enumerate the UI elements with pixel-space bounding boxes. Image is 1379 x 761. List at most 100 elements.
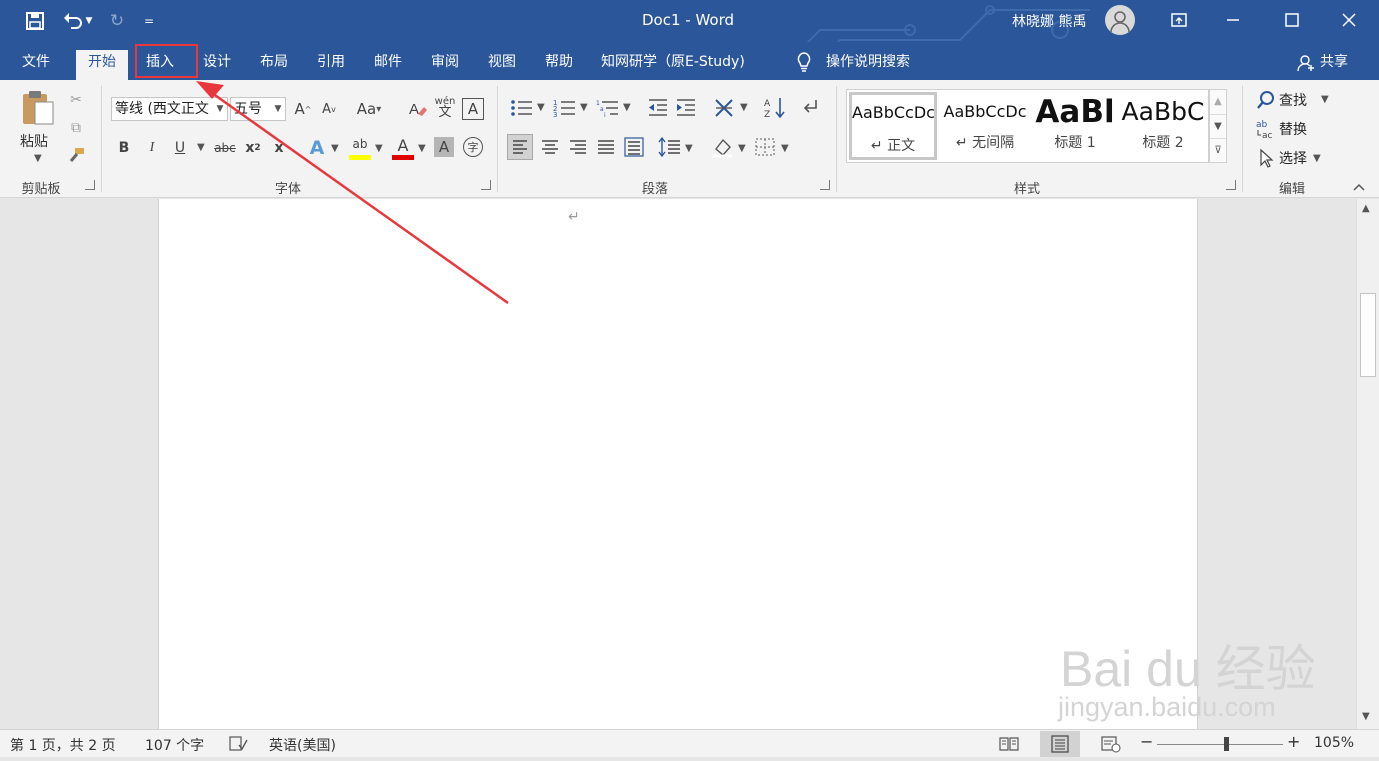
chinese-layout-dropdown-icon[interactable]: ▼ <box>740 102 748 113</box>
zoom-level[interactable]: 105% <box>1314 735 1354 751</box>
underline-button[interactable]: U <box>170 137 190 159</box>
language[interactable]: 英语(美国) <box>269 735 336 755</box>
align-left-button[interactable] <box>507 134 533 160</box>
replace-button[interactable]: 替换 <box>1279 119 1307 139</box>
grow-font-button[interactable]: A ^ <box>292 98 314 120</box>
phonetic-guide-button[interactable]: wén 文 <box>434 95 456 121</box>
avatar[interactable] <box>1105 5 1135 35</box>
expand-gallery-icon[interactable]: ⊽ <box>1210 138 1226 162</box>
zoom-slider-thumb[interactable] <box>1224 737 1230 751</box>
zoom-in-button[interactable]: + <box>1287 732 1300 751</box>
style-heading-2[interactable]: AaBbC 标题 2 <box>1118 92 1208 160</box>
search-icon[interactable] <box>1256 90 1276 110</box>
tab-mailings[interactable]: 邮件 <box>368 50 408 80</box>
style-no-spacing[interactable]: AaBbCcDc ↵ 无间隔 <box>940 92 1030 160</box>
clipboard-launcher-icon[interactable] <box>85 180 95 190</box>
document-page[interactable]: ↵ <box>158 199 1198 729</box>
ribbon-display-options-icon[interactable] <box>1166 7 1192 33</box>
italic-button[interactable]: I <box>142 137 162 159</box>
change-case-button[interactable]: Aa ▾ <box>352 98 386 120</box>
shading-icon[interactable] <box>710 135 734 159</box>
tab-help[interactable]: 帮助 <box>539 50 579 80</box>
close-icon[interactable] <box>1336 7 1362 33</box>
paste-dropdown-icon[interactable]: ▼ <box>34 153 42 164</box>
zoom-out-button[interactable]: − <box>1140 732 1153 751</box>
scroll-thumb[interactable] <box>1360 293 1376 377</box>
vertical-scrollbar[interactable]: ▲ ▼ <box>1356 199 1379 729</box>
tell-me-search[interactable]: 操作说明搜索 <box>820 50 916 80</box>
bullets-icon[interactable] <box>510 98 534 118</box>
share-button[interactable]: 共享 <box>1314 50 1354 80</box>
clear-formatting-icon[interactable]: A <box>408 98 428 120</box>
align-right-icon[interactable] <box>566 135 590 159</box>
find-button[interactable]: 查找 <box>1279 90 1307 110</box>
select-cursor-icon[interactable] <box>1258 148 1276 168</box>
underline-dropdown-icon[interactable]: ▼ <box>197 142 205 153</box>
superscript-button[interactable]: x <box>270 137 288 159</box>
multilevel-dropdown-icon[interactable]: ▼ <box>623 102 631 113</box>
format-painter-icon[interactable] <box>66 146 86 166</box>
web-layout-icon[interactable] <box>1100 735 1122 753</box>
scroll-up-icon[interactable]: ▲ <box>1362 203 1370 214</box>
chinese-layout-icon[interactable] <box>712 96 736 120</box>
shading-dropdown-icon[interactable]: ▼ <box>738 143 746 154</box>
numbering-icon[interactable]: 123 <box>553 98 577 119</box>
print-layout-button[interactable] <box>1040 731 1080 757</box>
share-icon[interactable] <box>1297 54 1315 72</box>
select-button[interactable]: 选择 <box>1279 148 1307 168</box>
align-center-icon[interactable] <box>538 135 562 159</box>
decrease-indent-icon[interactable] <box>648 98 668 118</box>
tab-references[interactable]: 引用 <box>311 50 351 80</box>
page-count[interactable]: 第 1 页，共 2 页 <box>10 735 116 755</box>
select-dropdown-icon[interactable]: ▼ <box>1313 153 1321 164</box>
customize-qat-icon[interactable]: = <box>136 8 162 34</box>
highlight-button[interactable]: ab <box>348 136 372 160</box>
collapse-ribbon-icon[interactable] <box>1352 180 1366 194</box>
styles-launcher-icon[interactable] <box>1226 180 1236 190</box>
undo-dropdown-icon[interactable]: ▼ <box>82 8 96 34</box>
read-mode-icon[interactable] <box>998 735 1020 753</box>
borders-dropdown-icon[interactable]: ▼ <box>781 143 789 154</box>
tab-review[interactable]: 审阅 <box>425 50 465 80</box>
character-shading-button[interactable]: A <box>434 137 454 157</box>
maximize-icon[interactable] <box>1279 7 1305 33</box>
bold-button[interactable]: B <box>114 137 134 159</box>
lightbulb-icon[interactable] <box>795 52 813 72</box>
multilevel-list-icon[interactable]: 1ai <box>596 98 620 119</box>
scroll-down-icon[interactable]: ▼ <box>1362 711 1370 722</box>
tab-estudy[interactable]: 知网研学（原E-Study) <box>595 50 751 80</box>
distributed-icon[interactable] <box>622 135 646 159</box>
line-spacing-dropdown-icon[interactable]: ▼ <box>685 143 693 154</box>
style-normal[interactable]: AaBbCcDc ↵ 正文 <box>849 92 937 160</box>
tab-view[interactable]: 视图 <box>482 50 522 80</box>
text-effects-dropdown-icon[interactable]: ▼ <box>331 143 339 154</box>
strikethrough-button[interactable]: abc <box>212 137 238 159</box>
borders-icon[interactable] <box>753 135 777 159</box>
sort-icon[interactable]: AZ <box>764 96 786 120</box>
justify-icon[interactable] <box>594 135 618 159</box>
font-color-dropdown-icon[interactable]: ▼ <box>418 143 426 154</box>
font-name-select[interactable]: 等线 (西文正文 ▼ <box>111 97 228 121</box>
style-heading-1[interactable]: AaBl 标题 1 <box>1030 92 1120 160</box>
tab-home[interactable]: 开始 <box>76 50 128 80</box>
proofing-icon[interactable] <box>228 735 248 753</box>
chevron-up-icon[interactable]: ▲ <box>1210 90 1226 114</box>
tab-file[interactable]: 文件 <box>16 50 56 80</box>
show-formatting-marks-icon[interactable] <box>800 96 822 118</box>
highlight-dropdown-icon[interactable]: ▼ <box>375 143 383 154</box>
chevron-down-icon[interactable]: ▼ <box>1210 114 1226 138</box>
shrink-font-button[interactable]: Av <box>318 98 340 120</box>
font-size-select[interactable]: 五号 ▼ <box>230 97 286 121</box>
zoom-slider-track[interactable] <box>1157 744 1283 745</box>
text-effects-button[interactable]: A <box>306 137 328 159</box>
numbering-dropdown-icon[interactable]: ▼ <box>580 102 588 113</box>
paragraph-launcher-icon[interactable] <box>820 180 830 190</box>
paste-button[interactable]: 粘贴 <box>20 131 48 151</box>
increase-indent-icon[interactable] <box>676 98 696 118</box>
user-name[interactable]: 林晓娜 熊禹 <box>1012 11 1086 31</box>
font-color-button[interactable]: A <box>391 136 415 160</box>
replace-icon[interactable]: ab ac <box>1255 118 1277 141</box>
character-border-button[interactable]: A <box>462 98 484 120</box>
minimize-icon[interactable] <box>1220 7 1246 33</box>
find-dropdown-icon[interactable]: ▼ <box>1321 94 1329 105</box>
